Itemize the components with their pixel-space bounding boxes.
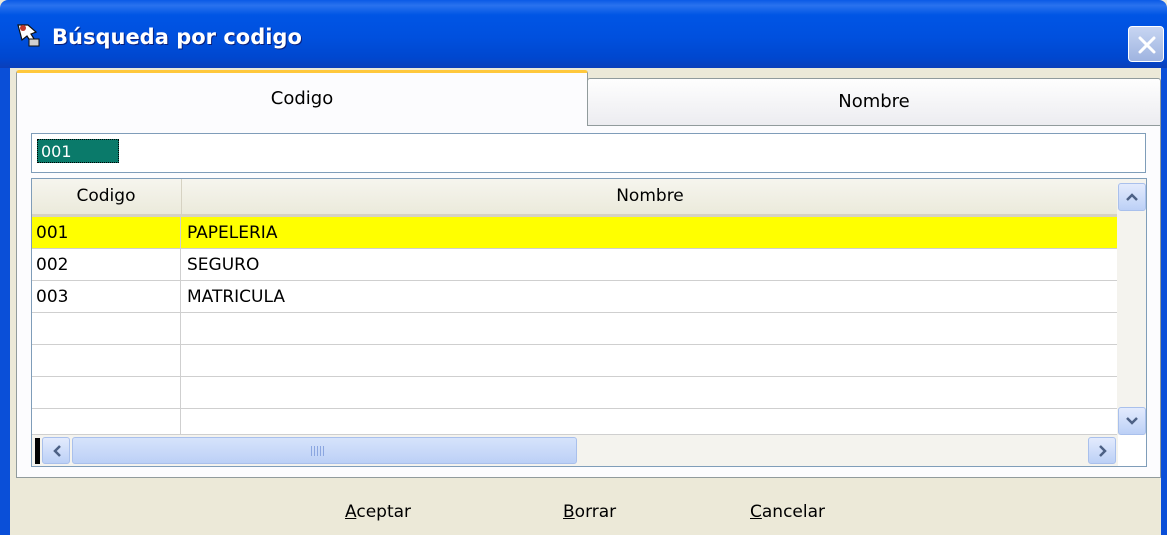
chevron-left-icon [53,445,61,457]
scroll-left-button[interactable] [42,437,70,464]
accept-label: ceptar [356,502,412,522]
clear-label: orrar [574,502,617,522]
accept-button[interactable]: Aceptar [345,500,411,524]
scroll-down-button[interactable] [1118,407,1146,435]
vertical-scrollbar[interactable] [1117,179,1146,435]
window-border-right [1161,68,1167,535]
table-row[interactable]: 003 MATRICULA [32,281,1118,313]
chevron-right-icon [1099,445,1107,457]
cancel-mnemonic: C [750,502,762,522]
cell-nombre [181,345,1118,377]
button-bar: Aceptar Borrar Cancelar [10,484,1161,535]
grid-body: 001 PAPELERIA 002 SEGURO 003 MATRICULA [32,217,1118,441]
window-border-left [0,68,10,535]
table-row[interactable] [32,409,1118,441]
close-icon [1138,36,1156,54]
cell-nombre: MATRICULA [187,287,285,307]
scroll-right-button[interactable] [1088,437,1116,464]
scroll-thumb[interactable] [72,437,577,464]
table-row[interactable]: 001 PAPELERIA [32,217,1118,249]
clear-button[interactable]: Borrar [563,500,616,524]
cell-codigo: 003 [32,281,181,313]
cancel-button[interactable]: Cancelar [750,500,825,524]
window-title: Búsqueda por codigo [52,25,302,49]
clear-mnemonic: B [563,502,575,522]
title-bar[interactable]: Búsqueda por codigo [0,0,1167,68]
cell-nombre: PAPELERIA [187,223,278,243]
chevron-up-icon [1126,193,1138,201]
cell-codigo: 002 [32,249,181,281]
search-pointer-icon [14,22,44,50]
cell-nombre: SEGURO [187,255,260,275]
horizontal-scrollbar[interactable] [32,435,1118,466]
search-input[interactable]: 001 [31,133,1146,173]
cell-nombre [181,377,1118,409]
grid-header: Codigo Nombre [32,179,1118,217]
cancel-label: ancelar [761,502,826,522]
tab-nombre[interactable]: Nombre [587,78,1161,126]
search-input-value: 001 [37,139,119,163]
table-row[interactable] [32,345,1118,377]
scroll-up-button[interactable] [1118,183,1146,211]
chevron-down-icon [1126,417,1138,425]
cell-codigo [32,345,181,377]
cell-codigo [32,313,181,345]
table-row[interactable] [32,377,1118,409]
grip-icon [311,446,325,456]
close-button[interactable] [1128,26,1164,62]
cell-codigo [32,377,181,409]
cell-nombre [181,313,1118,345]
table-row[interactable] [32,313,1118,345]
column-header-nombre[interactable]: Nombre [181,179,1118,214]
cell-codigo: 001 [32,217,181,249]
accept-mnemonic: A [345,502,357,522]
tab-strip: Codigo Nombre [16,70,1161,126]
row-marker [35,438,40,464]
tab-codigo[interactable]: Codigo [16,70,588,126]
results-grid[interactable]: Codigo Nombre 001 PAPELERIA 002 SEGURO 0… [31,178,1147,467]
column-header-codigo[interactable]: Codigo [32,179,180,214]
table-row[interactable]: 002 SEGURO [32,249,1118,281]
